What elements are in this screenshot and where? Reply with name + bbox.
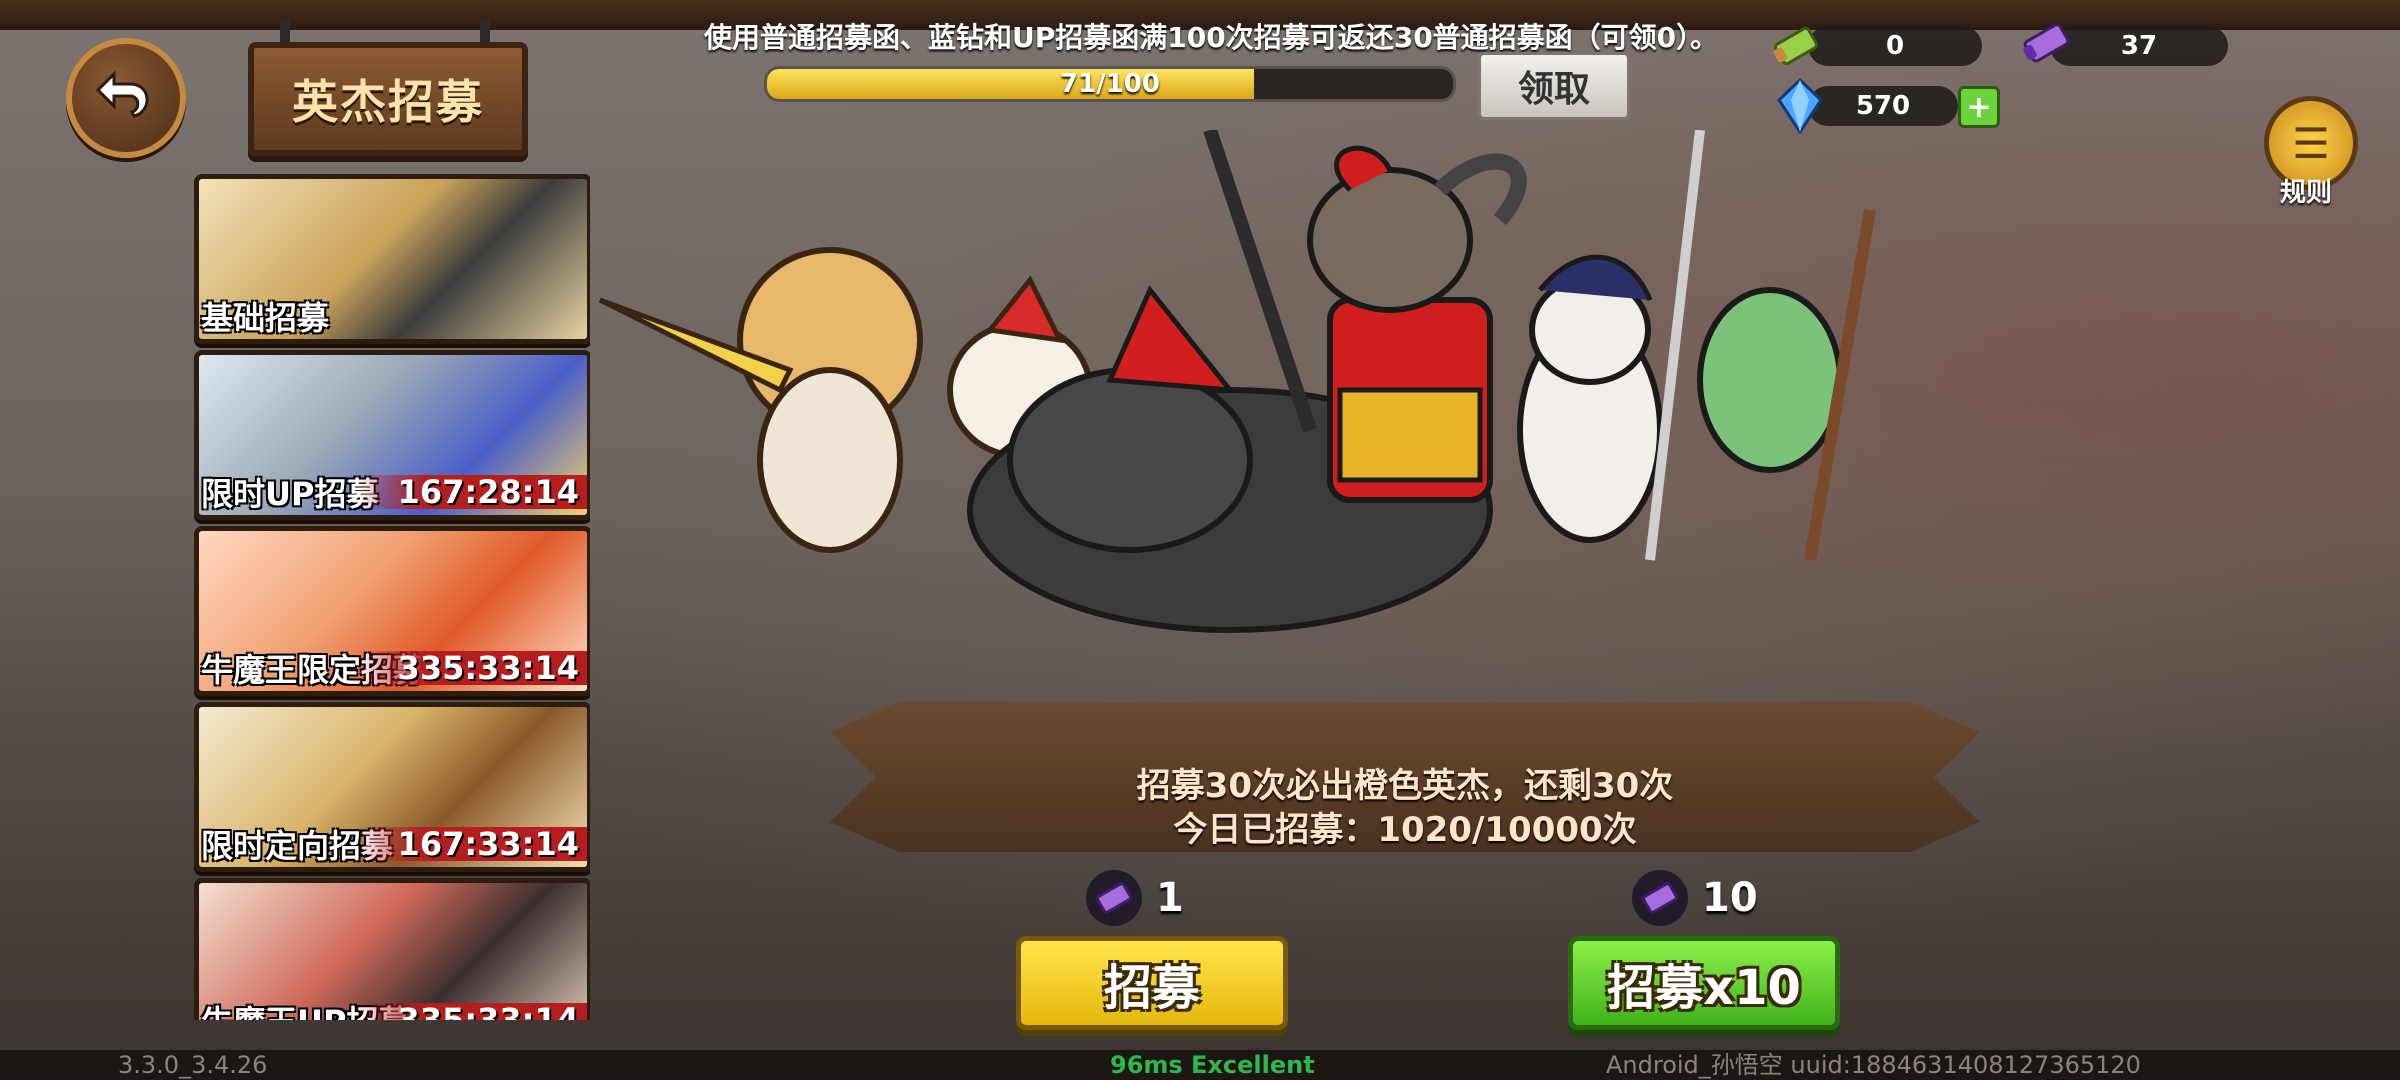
- rules-label: 规则: [2279, 178, 2332, 208]
- sidebar-item-limited-directed-recruit[interactable]: 限时定向招募 167:33:14: [194, 702, 590, 872]
- refund-progress-bar: 71/100: [764, 66, 1456, 102]
- countdown-timer: 167:28:14: [357, 475, 587, 509]
- recruit-once-button[interactable]: 招募: [1016, 936, 1288, 1030]
- sidebar-item-bull-demon-limited-recruit[interactable]: 牛魔王限定招募 335:33:14: [194, 526, 590, 696]
- page-title: 英杰招募: [248, 42, 528, 156]
- latency-text: 96ms Excellent: [1110, 1051, 1315, 1079]
- guarantee-text: 招募30次必出橙色英杰，还剩30次: [1136, 766, 1674, 806]
- blue-crystal-icon: [1772, 78, 1828, 134]
- purple-scroll-icon: [1086, 870, 1142, 926]
- blue-diamond-count: 570: [1808, 86, 1958, 126]
- sidebar-item-label: 基础招募: [201, 299, 330, 337]
- guarantee-banner: 招募30次必出橙色英杰，还剩30次 今日已招募：1020/10000次: [830, 702, 1980, 852]
- sidebar-item-label: 限时UP招募: [201, 475, 379, 513]
- rules-scroll-icon: ☰: [2292, 118, 2330, 168]
- recruit-ten-button[interactable]: 招募x10: [1568, 936, 1840, 1030]
- recruit-refund-notice: 使用普通招募函、蓝钻和UP招募函满100次招募可返还30普通招募函（可领0）。: [704, 21, 1719, 54]
- sidebar-item-basic-recruit[interactable]: 基础招募: [194, 174, 590, 344]
- green-scroll-icon: [1768, 18, 1824, 74]
- countdown-timer: 335:33:14: [357, 1003, 587, 1020]
- purple-scroll-icon: [2018, 14, 2074, 70]
- normal-scroll-value: 0: [1885, 31, 1905, 61]
- countdown-timer: 335:33:14: [357, 651, 587, 685]
- recruit-category-list[interactable]: 基础招募 限时UP招募 167:28:14 牛魔王限定招募 335:33:14 …: [194, 174, 590, 1020]
- back-button[interactable]: [66, 38, 186, 158]
- add-diamond-button[interactable]: +: [1958, 86, 2000, 128]
- daily-recruit-count: 今日已招募：1020/10000次: [1173, 810, 1637, 850]
- countdown-timer: 167:33:14: [357, 827, 587, 861]
- up-scroll-count: 37: [2050, 26, 2228, 66]
- ten-recruit-cost-value: 10: [1702, 875, 1758, 921]
- up-scroll-value: 37: [2120, 31, 2158, 61]
- normal-scroll-count: 0: [1808, 26, 1982, 66]
- sidebar-item-limited-up-recruit[interactable]: 限时UP招募 167:28:14: [194, 350, 590, 520]
- purple-scroll-icon: [1632, 870, 1688, 926]
- single-recruit-cost: 1: [1086, 866, 1184, 930]
- status-bar: 3.3.0_3.4.26 96ms Excellent Android_孙悟空 …: [0, 1050, 2400, 1080]
- claim-button[interactable]: 领取: [1478, 52, 1630, 120]
- back-arrow-icon: [95, 70, 149, 118]
- sidebar-item-bull-demon-up-recruit[interactable]: 牛魔王UP招募 335:33:14: [194, 878, 590, 1020]
- single-recruit-cost-value: 1: [1156, 875, 1184, 921]
- hero-illustration: [590, 127, 2270, 710]
- ten-recruit-cost: 10: [1632, 866, 1758, 930]
- progress-label: 71/100: [1060, 69, 1160, 99]
- version-text: 3.3.0_3.4.26: [118, 1051, 268, 1079]
- device-uid-text: Android_孙悟空 uuid:1884631408127365120: [1606, 1051, 2141, 1079]
- blue-diamond-value: 570: [1855, 91, 1911, 121]
